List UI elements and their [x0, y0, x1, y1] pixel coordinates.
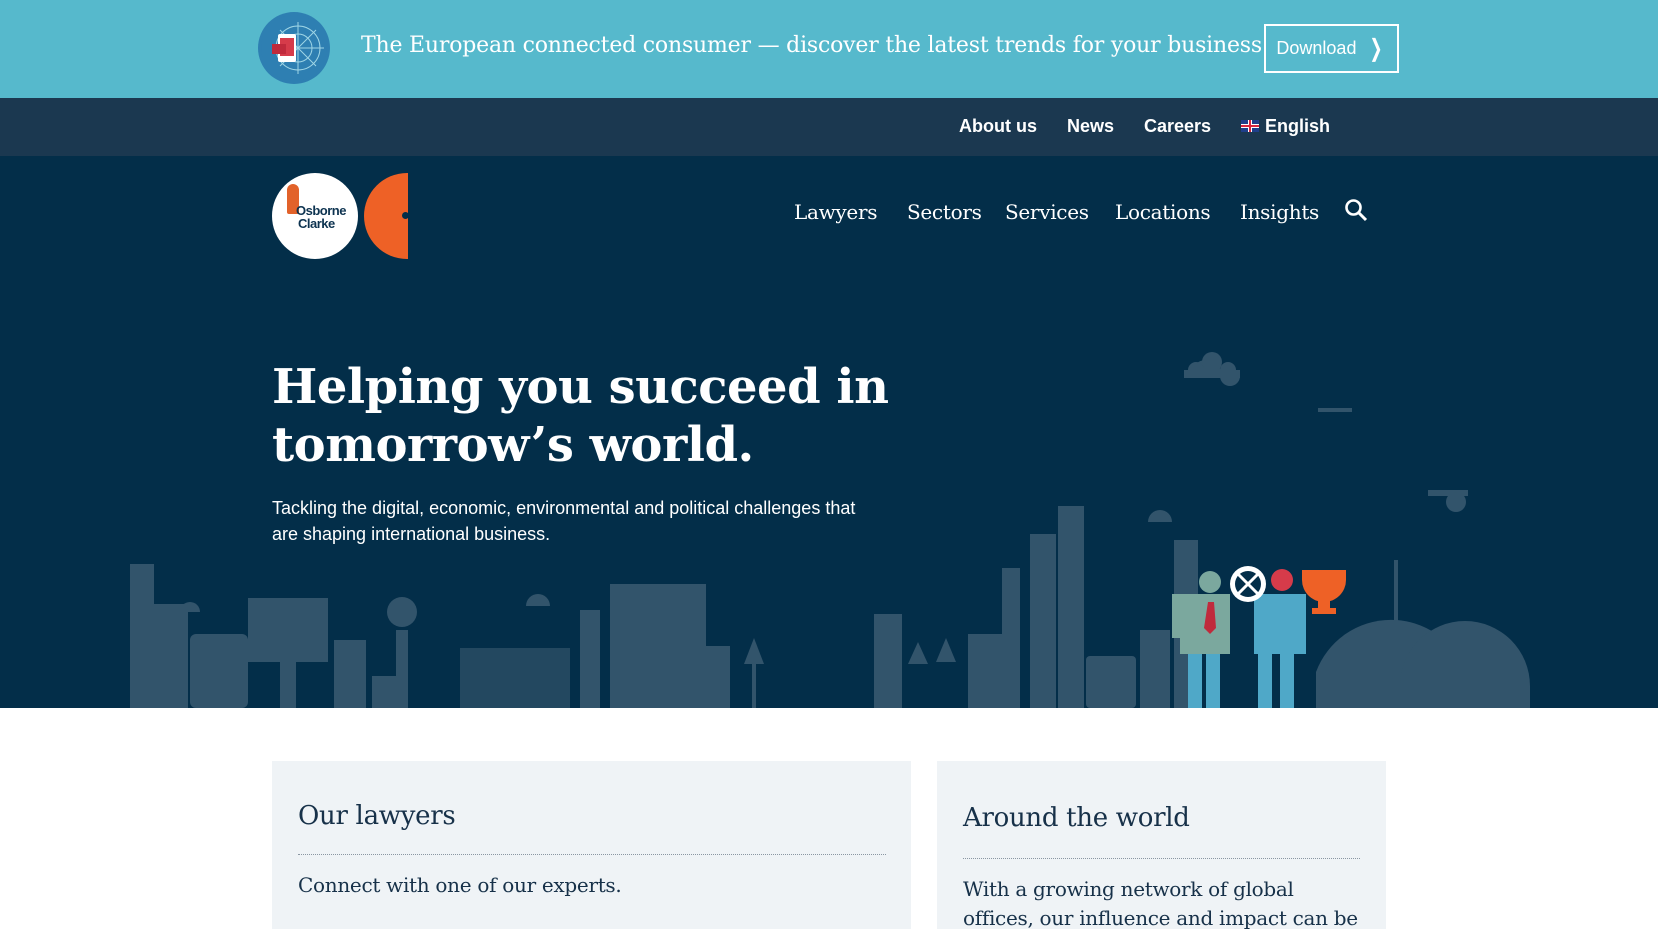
language-selector[interactable]: English [1241, 116, 1330, 137]
hero-title-line-1: Helping you succeed in [272, 359, 889, 415]
world-card-text-line-1: With a growing network of global [963, 877, 1294, 901]
utility-link-news[interactable]: News [1067, 116, 1114, 137]
hero-subtitle: Tackling the digital, economic, environm… [272, 498, 856, 544]
connected-consumer-icon [258, 12, 330, 84]
search-icon[interactable] [1344, 198, 1368, 222]
lawyers-card-title: Our lawyers [298, 801, 456, 831]
promo-banner: The European connected consumer — discov… [0, 0, 1658, 98]
card-divider [298, 854, 886, 855]
card-divider [963, 858, 1360, 859]
logo-text-line-2: Clarke [298, 216, 335, 231]
download-button-label: Download [1276, 38, 1357, 58]
logo-mark-dot [402, 212, 409, 219]
uk-flag-icon [1241, 120, 1259, 132]
world-card-text: With a growing network of global offices… [963, 875, 1373, 929]
hero-section: Osborne Clarke Lawyers Sectors Services … [0, 156, 1658, 708]
nav-locations[interactable]: Locations [1115, 200, 1211, 224]
nav-services[interactable]: Services [1005, 200, 1089, 224]
utility-link-careers[interactable]: Careers [1144, 116, 1211, 137]
world-card-text-line-2: offices, our influence and impact can be [963, 906, 1358, 929]
nav-insights[interactable]: Insights [1240, 200, 1319, 224]
lawyers-card[interactable]: Our lawyers Connect with one of our expe… [272, 761, 911, 929]
lawyers-card-text: Connect with one of our experts. [298, 873, 622, 897]
nav-lawyers[interactable]: Lawyers [794, 200, 877, 224]
hero-title-line-2: tomorrow’s world. [272, 417, 754, 473]
language-label: English [1265, 116, 1331, 136]
promo-text: The European connected consumer — discov… [361, 33, 1262, 58]
world-card[interactable]: Around the world With a growing network … [937, 761, 1386, 929]
utility-nav: About us News Careers English [0, 98, 1658, 156]
utility-link-about-us[interactable]: About us [959, 116, 1037, 137]
hero-title: Helping you succeed in tomorrow’s world. [272, 358, 912, 474]
world-card-title: Around the world [963, 803, 1190, 833]
download-button[interactable]: Download ❯ [1264, 24, 1399, 73]
logo-text: Osborne Clarke [296, 204, 346, 230]
nav-sectors[interactable]: Sectors [907, 200, 982, 224]
chevron-right-icon: ❯ [1369, 34, 1384, 62]
